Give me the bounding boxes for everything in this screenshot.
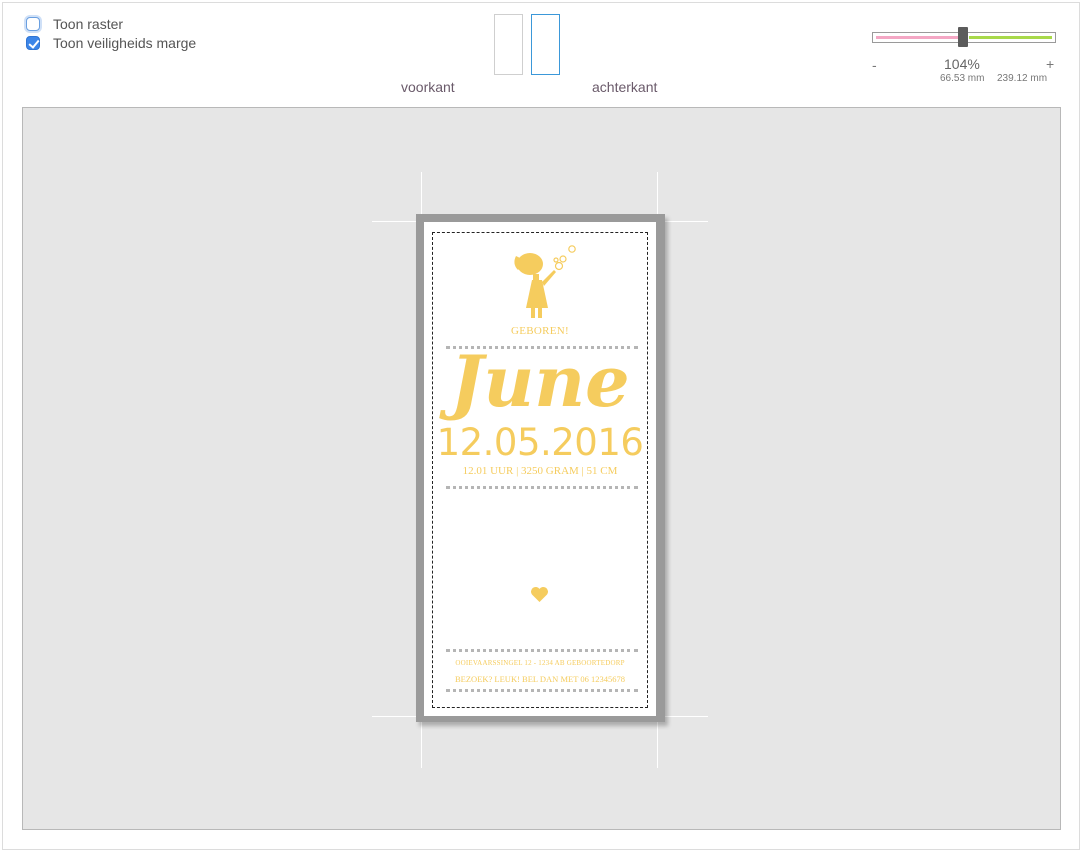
zoom-slider[interactable] <box>872 27 1056 47</box>
dotted-divider <box>446 649 638 652</box>
girl-blowing-bubbles-icon <box>514 245 576 318</box>
crop-mark <box>657 716 658 768</box>
crop-mark <box>372 221 422 222</box>
show-safety-margin-option[interactable]: Toon veiligheids marge <box>26 35 196 51</box>
zoom-slider-track-right <box>969 36 1052 39</box>
crop-mark <box>421 716 422 768</box>
front-page-thumbnail[interactable] <box>494 14 523 75</box>
card-width: 66.53 mm <box>940 73 985 84</box>
dotted-divider <box>446 689 638 692</box>
show-grid-option[interactable]: Toon raster <box>26 16 123 32</box>
show-grid-label: Toon raster <box>53 16 124 32</box>
show-safety-margin-label: Toon veiligheids marge <box>53 35 197 51</box>
back-page-thumbnail[interactable] <box>531 14 560 75</box>
crop-mark <box>658 716 708 717</box>
zoom-slider-handle[interactable] <box>958 27 968 47</box>
birth-details: 12.01 UUR | 3250 GRAM | 51 CM <box>462 465 618 477</box>
crop-mark <box>372 716 422 717</box>
heart-icon <box>531 586 548 603</box>
zoom-out-button[interactable]: - <box>872 57 877 73</box>
crop-mark <box>658 221 708 222</box>
address-line: OOIEVAARSSINGEL 12 - 1234 AB GEBOORTEDOR… <box>455 659 625 667</box>
baby-name: June <box>450 340 630 423</box>
back-page-label[interactable]: achterkant <box>592 79 657 95</box>
birth-date: 12.05.2016 <box>436 421 644 464</box>
dotted-divider <box>446 486 638 489</box>
show-safety-margin-checkbox[interactable] <box>26 36 40 50</box>
zoom-slider-track-left <box>876 36 964 39</box>
born-heading: GEBOREN! <box>510 325 569 337</box>
visit-line: BEZOEK? LEUK! BEL DAN MET 06 12345678 <box>455 674 625 684</box>
front-page-label[interactable]: voorkant <box>401 79 455 95</box>
show-grid-checkbox[interactable] <box>26 17 40 31</box>
card-height: 239.12 mm <box>997 73 1048 84</box>
zoom-in-button[interactable]: + <box>1046 56 1054 72</box>
zoom-percent: 104% <box>944 56 980 72</box>
